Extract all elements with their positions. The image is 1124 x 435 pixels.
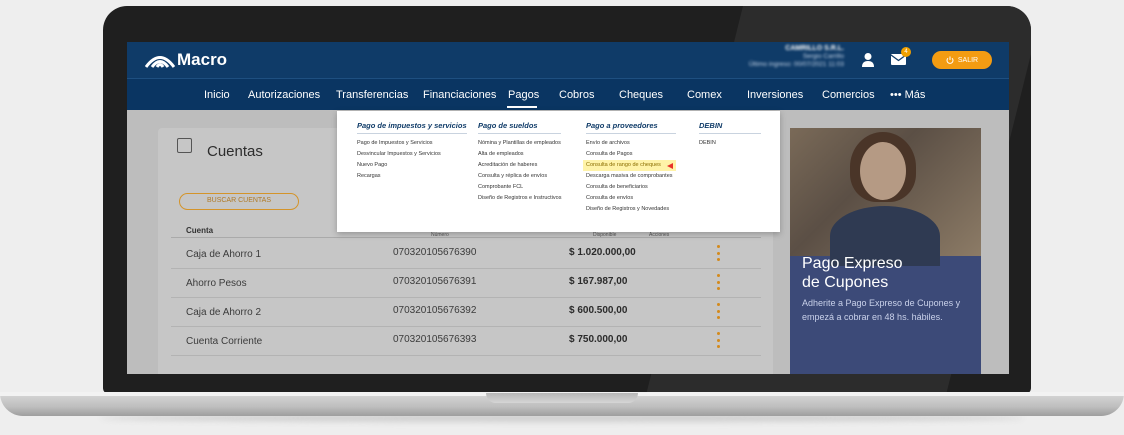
- account-name: Caja de Ahorro 2: [186, 307, 262, 318]
- table-row[interactable]: Caja de Ahorro 2 070320105676392 $ 600.5…: [171, 298, 761, 327]
- account-number: 070320105676393: [393, 334, 477, 345]
- menu-column-sueldos: Pago de sueldos Nómina y Plantillas de e…: [478, 121, 562, 204]
- menu-item[interactable]: Consulta de envíos: [586, 193, 676, 204]
- last-login: Último ingreso: 00/07/2021 11:03: [748, 61, 844, 68]
- nav-inversiones[interactable]: Inversiones: [747, 89, 803, 101]
- main-nav: Inicio Autorizaciones Transferencias Fin…: [127, 78, 1009, 110]
- exit-label: SALIR: [957, 56, 979, 64]
- user-name: Sergio Carrillo: [802, 53, 844, 60]
- laptop-screen: Macro CAMRILLO S.R.L. Sergio Carrillo Úl…: [127, 42, 1009, 374]
- header-cuenta: Cuenta: [186, 226, 214, 235]
- menu-heading[interactable]: Pago a proveedores: [586, 121, 676, 134]
- account-name: Ahorro Pesos: [186, 278, 247, 289]
- menu-item[interactable]: DEBIN: [699, 138, 761, 149]
- table-row[interactable]: Cuenta Corriente 070320105676393 $ 750.0…: [171, 327, 761, 356]
- promo-title: Pago Expreso de Cupones: [802, 254, 972, 292]
- company-name: CAMRILLO S.R.L.: [785, 45, 844, 52]
- user-icon[interactable]: [861, 52, 875, 68]
- menu-column-impuestos: Pago de impuestos y servicios Pago de Im…: [357, 121, 467, 182]
- nav-pagos[interactable]: Pagos: [508, 89, 539, 101]
- table-row[interactable]: Ahorro Pesos 070320105676391 $ 167.987,0…: [171, 269, 761, 298]
- search-accounts-button[interactable]: BUSCAR CUENTAS: [179, 193, 299, 210]
- laptop-notch: [486, 393, 638, 403]
- promo-title-line1: Pago Expreso: [802, 255, 903, 272]
- exit-button[interactable]: SALIR: [932, 51, 992, 69]
- menu-item[interactable]: Acreditación de haberes: [478, 160, 561, 171]
- promo-text: Adherite a Pago Expreso de Cupones y emp…: [802, 298, 961, 322]
- mail-count-badge: 4: [901, 47, 911, 57]
- menu-column-proveedores: Pago a proveedores Envío de archivos Con…: [583, 121, 676, 215]
- menu-item[interactable]: Descarga masiva de comprobantes: [586, 171, 676, 182]
- account-name: Cuenta Corriente: [186, 336, 263, 347]
- menu-item[interactable]: Consulta de Pagos: [586, 149, 676, 160]
- menu-item[interactable]: Recargas: [357, 171, 467, 182]
- more-options-icon[interactable]: [717, 245, 721, 261]
- user-info: CAMRILLO S.R.L. Sergio Carrillo Último i…: [739, 45, 844, 69]
- menu-item[interactable]: Consulta de beneficiarios: [586, 182, 676, 193]
- nav-autorizaciones[interactable]: Autorizaciones: [248, 89, 320, 101]
- power-icon: [946, 56, 954, 64]
- nav-inicio[interactable]: Inicio: [204, 89, 230, 101]
- macro-logo-icon: [145, 56, 175, 68]
- more-options-icon[interactable]: [717, 274, 721, 290]
- menu-item[interactable]: Alta de empleados: [478, 149, 561, 160]
- header-disponible: Disponible: [593, 232, 617, 238]
- nav-active-indicator: [507, 106, 537, 108]
- account-number: 070320105676392: [393, 305, 477, 316]
- menu-heading[interactable]: DEBIN: [699, 121, 761, 134]
- account-balance: $ 750.000,00: [569, 334, 628, 345]
- menu-item[interactable]: Comprobante FCL: [478, 182, 561, 193]
- promo-title-line2: de Cupones: [802, 274, 889, 291]
- menu-item[interactable]: Diseño de Registros y Novedades: [586, 204, 676, 215]
- promo-photo-face: [860, 142, 906, 200]
- account-number: 070320105676390: [393, 247, 477, 258]
- header-numero: Número: [431, 232, 449, 238]
- nav-transferencias[interactable]: Transferencias: [336, 89, 408, 101]
- menu-item[interactable]: Nómina y Plantillas de empleados: [478, 138, 561, 149]
- logo-text: Macro: [177, 50, 228, 69]
- menu-item-label: Consulta de rango de cheques: [586, 162, 661, 168]
- menu-item[interactable]: Pago de Impuestos y Servicios: [357, 138, 467, 149]
- nav-cheques[interactable]: Cheques: [619, 89, 663, 101]
- menu-item[interactable]: Consulta y réplica de envíos: [478, 171, 561, 182]
- nav-comex[interactable]: Comex: [687, 89, 722, 101]
- account-number: 070320105676391: [393, 276, 477, 287]
- top-bar: Macro CAMRILLO S.R.L. Sergio Carrillo Úl…: [127, 42, 1009, 78]
- account-balance: $ 167.987,00: [569, 276, 628, 287]
- account-balance: $ 1.020.000,00: [569, 247, 636, 258]
- more-options-icon[interactable]: [717, 303, 721, 319]
- nav-financiaciones[interactable]: Financiaciones: [423, 89, 496, 101]
- account-balance: $ 600.500,00: [569, 305, 628, 316]
- accounts-icon: [177, 138, 192, 153]
- nav-mas[interactable]: ••• Más: [890, 89, 925, 101]
- table-row[interactable]: Caja de Ahorro 1 070320105676390 $ 1.020…: [171, 240, 761, 269]
- macro-logo[interactable]: Macro: [145, 48, 227, 72]
- more-options-icon[interactable]: [717, 332, 721, 348]
- menu-item-highlighted[interactable]: Consulta de rango de cheques: [583, 160, 676, 171]
- promo-banner[interactable]: Pago Expreso de Cupones Adherite a Pago …: [790, 128, 981, 374]
- menu-item[interactable]: Desvincular Impuestos y Servicios: [357, 149, 467, 160]
- nav-comercios[interactable]: Comercios: [822, 89, 875, 101]
- menu-heading[interactable]: Pago de impuestos y servicios: [357, 121, 467, 134]
- cuentas-title: Cuentas: [207, 143, 263, 160]
- account-name: Caja de Ahorro 1: [186, 249, 262, 260]
- arrow-left-icon: [666, 162, 673, 169]
- menu-item[interactable]: Envío de archivos: [586, 138, 676, 149]
- menu-item[interactable]: Nuevo Pago: [357, 160, 467, 171]
- header-acciones: Acciones: [649, 232, 670, 238]
- nav-cobros[interactable]: Cobros: [559, 89, 594, 101]
- promo-photo: [790, 128, 981, 266]
- menu-item[interactable]: Diseño de Registros e Instructivos: [478, 193, 561, 204]
- menu-heading[interactable]: Pago de sueldos: [478, 121, 562, 134]
- pagos-dropdown-menu: Pago de impuestos y servicios Pago de Im…: [337, 111, 780, 232]
- menu-column-debin: DEBIN DEBIN: [699, 121, 761, 149]
